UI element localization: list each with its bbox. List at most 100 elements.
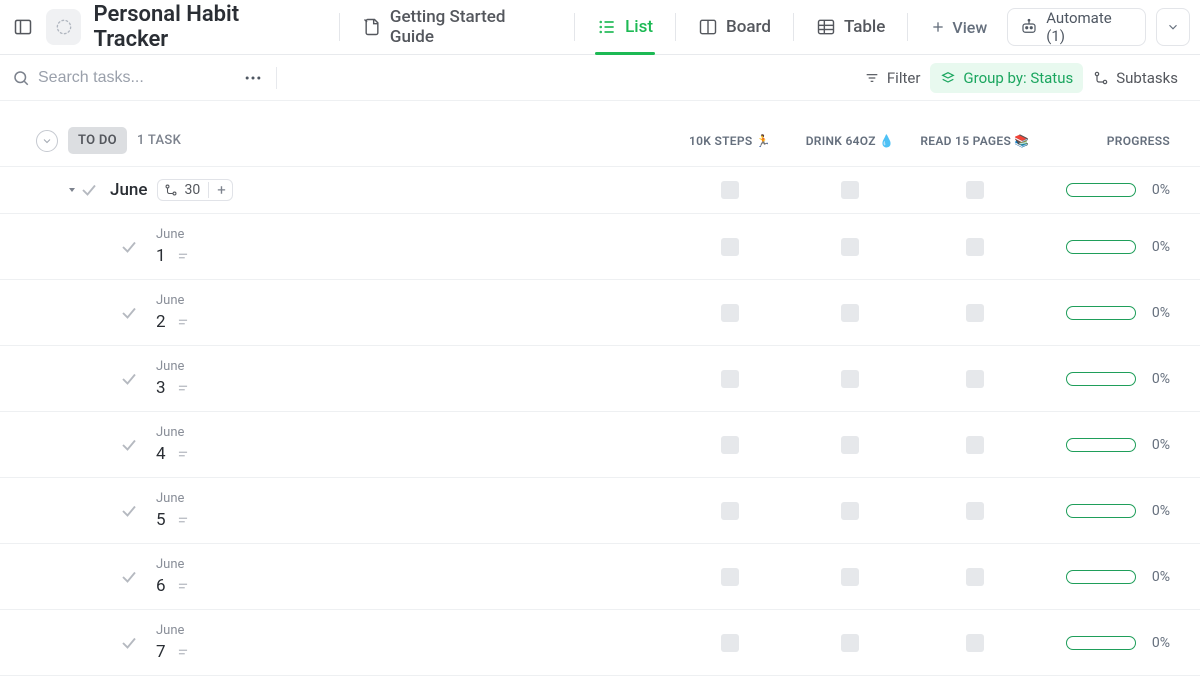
checkbox-read[interactable] <box>966 181 984 199</box>
plus-icon <box>930 19 946 35</box>
description-icon[interactable] <box>176 447 190 461</box>
checkbox-read[interactable] <box>966 436 984 454</box>
checkbox-read[interactable] <box>966 568 984 586</box>
page-title[interactable]: Personal Habit Tracker <box>93 2 316 52</box>
panel-toggle-button[interactable] <box>10 14 36 40</box>
task-row-parent[interactable]: June 30 + 0% <box>0 166 1200 214</box>
tab-board[interactable]: Board <box>686 10 783 44</box>
subtask-count-chip[interactable]: 30 + <box>157 179 232 201</box>
description-icon[interactable] <box>176 381 190 395</box>
task-status-icon[interactable] <box>120 238 138 256</box>
filter-button[interactable]: Filter <box>854 63 931 93</box>
checkbox-drink[interactable] <box>841 370 859 388</box>
progress-bar <box>1066 636 1136 650</box>
checkbox-read[interactable] <box>966 634 984 652</box>
subtask-day-label[interactable]: 7 <box>156 642 166 662</box>
divider <box>276 67 277 89</box>
subtask-day-label[interactable]: 4 <box>156 444 166 464</box>
subtask-row[interactable]: June 6 0% <box>0 544 1200 610</box>
checkbox-steps[interactable] <box>721 181 739 199</box>
subtask-day-label[interactable]: 2 <box>156 312 166 332</box>
checkbox-steps[interactable] <box>721 634 739 652</box>
progress-bar <box>1066 240 1136 254</box>
status-badge[interactable]: TO DO <box>68 127 127 154</box>
subtask-row[interactable]: June 2 0% <box>0 280 1200 346</box>
subtask-day-label[interactable]: 1 <box>156 246 166 266</box>
add-subtask-button[interactable]: + <box>217 183 226 198</box>
toolbar-more-button[interactable] <box>238 63 268 93</box>
tab-table[interactable]: Table <box>804 10 897 44</box>
progress-percent: 0% <box>1144 305 1170 321</box>
description-icon[interactable] <box>176 513 190 527</box>
checkbox-steps[interactable] <box>721 436 739 454</box>
automate-button[interactable]: Automate (1) <box>1007 8 1146 46</box>
list-content: TO DO 1 TASK 10K STEPS 🏃 DRINK 64OZ 💧 RE… <box>0 101 1200 676</box>
subtask-row[interactable]: June 1 0% <box>0 214 1200 280</box>
description-icon[interactable] <box>176 315 190 329</box>
checkbox-drink[interactable] <box>841 238 859 256</box>
divider <box>793 13 794 41</box>
workspace-icon[interactable] <box>46 9 82 45</box>
tab-getting-started[interactable]: Getting Started Guide <box>350 10 564 44</box>
subtask-month-label: June <box>156 623 190 638</box>
checkbox-drink[interactable] <box>841 568 859 586</box>
progress-percent: 0% <box>1144 635 1170 651</box>
checkbox-steps[interactable] <box>721 502 739 520</box>
group-expand-button[interactable] <box>36 130 58 152</box>
column-header-drink[interactable]: DRINK 64OZ 💧 <box>790 134 910 148</box>
task-status-icon[interactable] <box>120 304 138 322</box>
checkbox-steps[interactable] <box>721 238 739 256</box>
column-header-steps[interactable]: 10K STEPS 🏃 <box>670 134 790 148</box>
checkbox-steps[interactable] <box>721 370 739 388</box>
checkbox-steps[interactable] <box>721 568 739 586</box>
checkbox-drink[interactable] <box>841 436 859 454</box>
subtask-day-label[interactable]: 3 <box>156 378 166 398</box>
tab-label: Board <box>726 17 771 37</box>
checkbox-read[interactable] <box>966 502 984 520</box>
add-view-button[interactable]: View <box>918 12 999 43</box>
subtask-row[interactable]: June 3 0% <box>0 346 1200 412</box>
subtask-row[interactable]: June 4 0% <box>0 412 1200 478</box>
task-name[interactable]: June <box>110 180 147 200</box>
tab-list[interactable]: List <box>585 10 665 44</box>
progress-percent: 0% <box>1144 503 1170 519</box>
checkbox-read[interactable] <box>966 370 984 388</box>
collapse-subtasks-button[interactable] <box>66 184 78 196</box>
checkbox-read[interactable] <box>966 304 984 322</box>
description-icon[interactable] <box>176 249 190 263</box>
groupby-button[interactable]: Group by: Status <box>930 63 1083 93</box>
checkbox-drink[interactable] <box>841 181 859 199</box>
groupby-icon <box>940 70 956 86</box>
search-box[interactable] <box>12 69 232 87</box>
checkbox-drink[interactable] <box>841 304 859 322</box>
subtask-count: 30 <box>184 182 200 198</box>
task-status-icon[interactable] <box>80 181 98 199</box>
description-icon[interactable] <box>176 579 190 593</box>
add-view-label: View <box>952 18 987 37</box>
task-status-icon[interactable] <box>120 502 138 520</box>
divider <box>675 13 676 41</box>
subtask-day-label[interactable]: 5 <box>156 510 166 530</box>
filter-icon <box>864 70 880 86</box>
task-status-icon[interactable] <box>120 436 138 454</box>
description-icon[interactable] <box>176 645 190 659</box>
checkbox-drink[interactable] <box>841 502 859 520</box>
column-header-read[interactable]: READ 15 PAGES 📚 <box>910 134 1040 148</box>
subtasks-button[interactable]: Subtasks <box>1083 63 1188 93</box>
task-count-label: 1 TASK <box>137 133 181 148</box>
divider <box>339 13 340 41</box>
column-header-progress[interactable]: PROGRESS <box>1040 134 1170 148</box>
checkbox-read[interactable] <box>966 238 984 256</box>
task-status-icon[interactable] <box>120 634 138 652</box>
subtask-day-label[interactable]: 6 <box>156 576 166 596</box>
header-chevron-button[interactable] <box>1156 8 1190 46</box>
task-status-icon[interactable] <box>120 370 138 388</box>
subtask-row[interactable]: June 7 0% <box>0 610 1200 676</box>
task-status-icon[interactable] <box>120 568 138 586</box>
checkbox-drink[interactable] <box>841 634 859 652</box>
checkbox-steps[interactable] <box>721 304 739 322</box>
search-input[interactable] <box>38 69 208 87</box>
divider <box>574 13 575 41</box>
search-icon <box>12 69 30 87</box>
subtask-row[interactable]: June 5 0% <box>0 478 1200 544</box>
